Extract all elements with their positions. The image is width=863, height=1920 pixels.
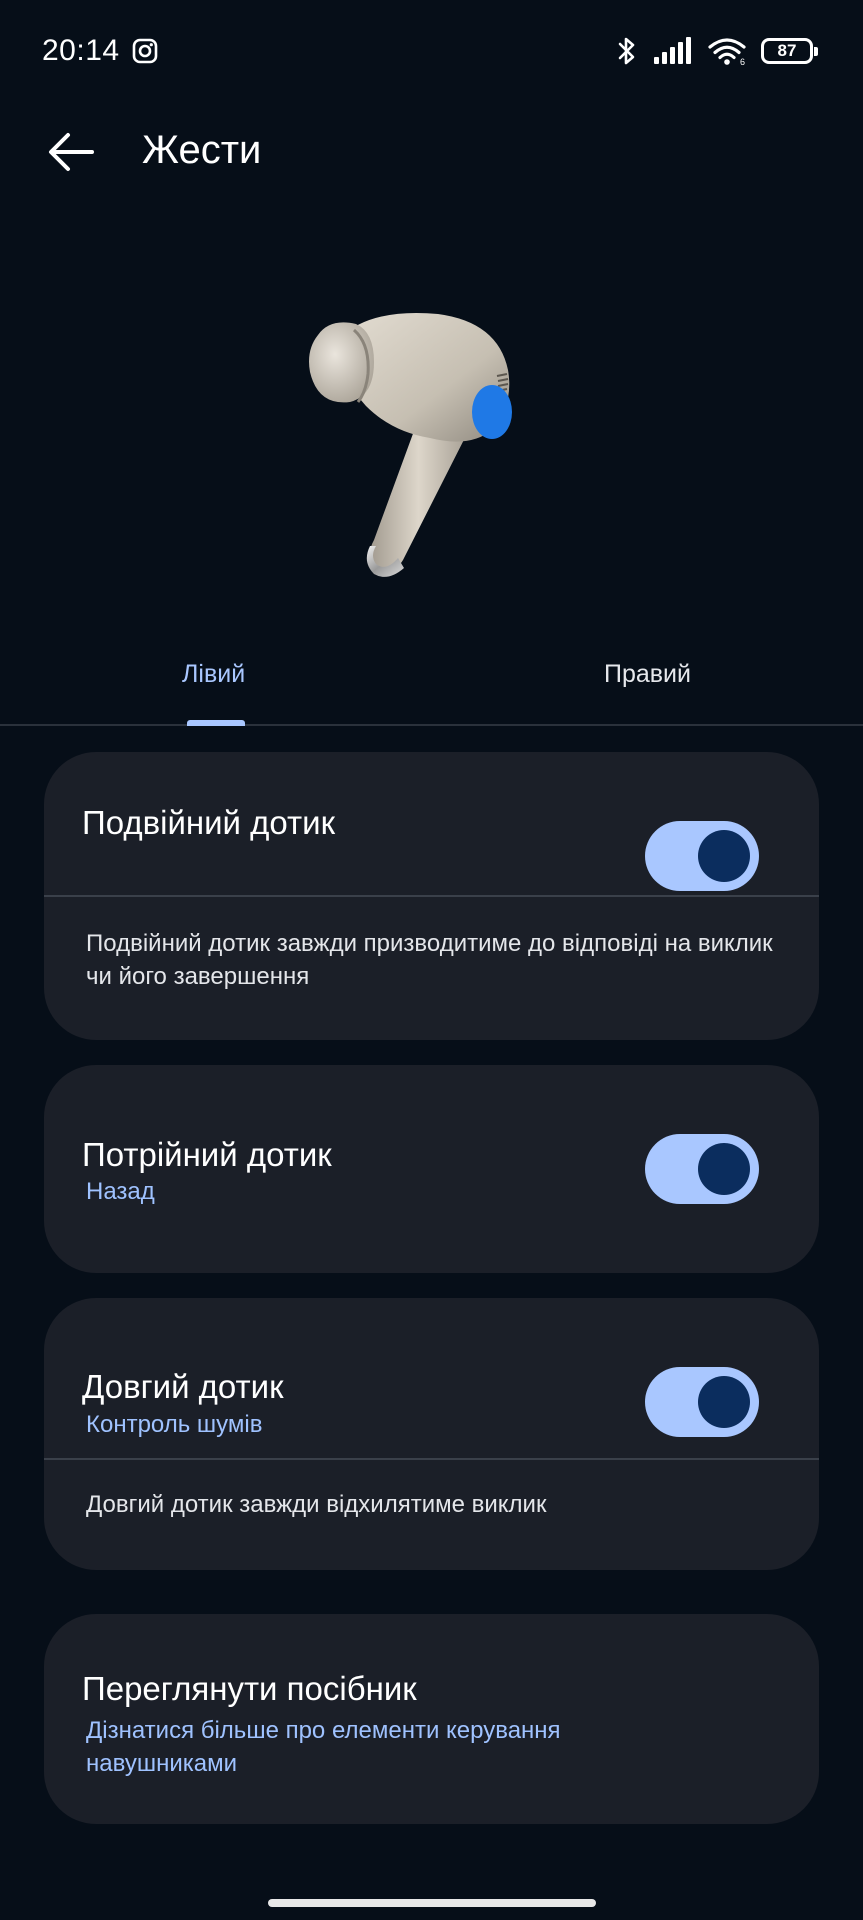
double-tap-note: Подвійний дотик завжди призводитиме до в…: [86, 930, 773, 990]
page-title: Жести: [142, 128, 262, 172]
guide-card[interactable]: Переглянути посібник Дізнатися більше пр…: [44, 1614, 819, 1824]
long-tap-title: Довгий дотик: [82, 1368, 284, 1405]
home-indicator[interactable]: [268, 1899, 596, 1907]
double-tap-card: Подвійний дотик Подвійний дотик завжди п…: [44, 752, 819, 1040]
status-time: 20:14: [42, 34, 120, 67]
battery-icon: 87: [761, 38, 818, 64]
triple-tap-action: Назад: [86, 1178, 155, 1205]
toggle-knob: [698, 1143, 750, 1195]
tap-zone-indicator: [472, 385, 512, 439]
svg-text:6: 6: [740, 57, 745, 66]
triple-tap-toggle[interactable]: [645, 1134, 759, 1204]
long-tap-toggle[interactable]: [645, 1367, 759, 1437]
earbud-tabs: Лівий Правий: [0, 640, 863, 726]
wifi-icon: 6: [708, 38, 746, 66]
tab-left[interactable]: Лівий: [182, 660, 245, 689]
toggle-knob: [698, 1376, 750, 1428]
guide-subtitle: Дізнатися більше про елементи керування …: [86, 1717, 561, 1777]
long-tap-action: Контроль шумів: [86, 1411, 263, 1438]
app-header: Жести: [0, 110, 863, 190]
status-bar: 20:14 6 87: [0, 0, 863, 104]
tab-right[interactable]: Правий: [604, 660, 691, 689]
guide-title: Переглянути посібник: [82, 1670, 417, 1707]
bluetooth-icon: [618, 37, 635, 65]
back-arrow-icon[interactable]: [44, 126, 96, 178]
triple-tap-title: Потрійний дотик: [82, 1136, 332, 1173]
double-tap-row[interactable]: Подвійний дотик: [44, 752, 819, 895]
double-tap-title: Подвійний дотик: [82, 804, 336, 841]
long-tap-note: Довгий дотик завжди відхилятиме виклик: [86, 1491, 547, 1518]
long-tap-row[interactable]: Довгий дотик Контроль шумів: [44, 1298, 819, 1458]
double-tap-toggle[interactable]: [645, 821, 759, 891]
tab-indicator: [187, 720, 245, 726]
toggle-knob: [698, 830, 750, 882]
instagram-icon: [132, 38, 158, 64]
gestures-screen: 20:14 6 87 Жести Лівий Правий Подвійний …: [0, 0, 863, 1920]
status-icons: 6 87: [615, 34, 818, 68]
triple-tap-card: Потрійний дотик Назад: [44, 1065, 819, 1273]
earbud-illustration: [309, 313, 512, 577]
long-tap-card: Довгий дотик Контроль шумів Довгий дотик…: [44, 1298, 819, 1570]
triple-tap-row[interactable]: Потрійний дотик Назад: [44, 1065, 819, 1273]
battery-level: 87: [777, 41, 797, 60]
signal-icon: [654, 37, 691, 64]
